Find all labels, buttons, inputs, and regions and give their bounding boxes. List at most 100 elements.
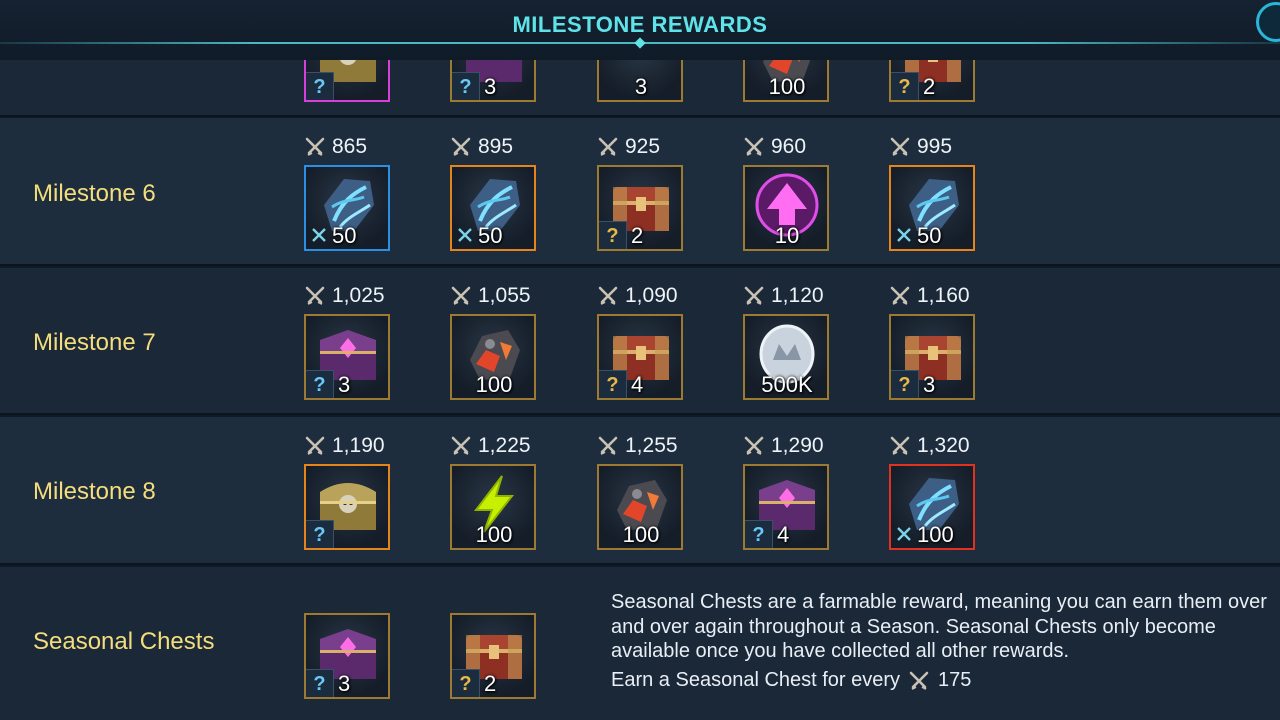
reward-cost: 895 (450, 135, 513, 159)
reward-quantity: 50 (917, 223, 942, 248)
seasonal-chests-label: Seasonal Chests (33, 628, 215, 655)
reward-cost-value: 1,160 (917, 284, 970, 307)
reward-cost-value: 1,025 (332, 284, 385, 307)
reward-item: 1,120 500K (743, 284, 829, 402)
reward-item: 1,320 100 (889, 434, 975, 552)
reward-tile[interactable]: 100 (597, 464, 683, 550)
mystery-badge-icon: ? (599, 370, 627, 398)
reward-item: 865 50 (304, 135, 390, 253)
reward-tile[interactable]: 50 (450, 165, 536, 251)
reward-item: ? 2 (889, 60, 975, 117)
milestone-label: Milestone 7 (33, 329, 156, 356)
reward-item: 100 (743, 60, 829, 117)
reward-tile[interactable]: ? 3 (304, 613, 390, 699)
milestone-label: Milestone 8 (33, 478, 156, 505)
reward-item: 1,090? 4 (597, 284, 683, 402)
crossed-swords-icon (909, 671, 929, 690)
reward-cost-value: 865 (332, 135, 368, 158)
seasonal-description: Seasonal Chests are a farmable reward, m… (611, 591, 1267, 662)
reward-quantity: 4 (631, 372, 644, 397)
reward-tile[interactable]: 50 (304, 165, 390, 251)
reward-item: 1,190? (304, 434, 390, 552)
reward-quantity: 100 (475, 522, 513, 547)
reward-cost-value: 1,190 (332, 434, 385, 457)
reward-quantity: 100 (768, 74, 806, 99)
reward-cost-value: 1,055 (478, 284, 531, 307)
reward-cost-value: 1,225 (478, 434, 531, 457)
reward-cost: 1,120 (743, 284, 824, 308)
reward-cost-value: 1,320 (917, 434, 970, 457)
reward-cost: 1,090 (597, 284, 678, 308)
reward-quantity: 100 (622, 522, 660, 547)
reward-cost-value: 960 (771, 135, 807, 158)
reward-tile[interactable]: 3 (597, 60, 683, 102)
crossed-swords-icon (305, 137, 325, 156)
milestone-row-partial: ? ? 3 3 100 ? 2 (0, 60, 1280, 117)
reward-tile[interactable]: 10 (743, 165, 829, 251)
reward-cost: 1,190 (304, 434, 385, 458)
mystery-badge-icon: ? (745, 520, 773, 548)
reward-tile[interactable]: ? (304, 464, 390, 550)
reward-tile[interactable]: ? 2 (450, 613, 536, 699)
reward-item: 1,055 100 (450, 284, 536, 402)
reward-tile[interactable]: 100 (743, 60, 829, 102)
crossed-swords-icon (598, 286, 618, 305)
mystery-badge-icon: ? (599, 221, 627, 249)
reward-cost-value: 1,290 (771, 434, 824, 457)
mystery-badge-icon: ? (891, 370, 919, 398)
crossed-swords-icon (598, 137, 618, 156)
reward-item: 3 (597, 60, 683, 117)
reward-item: ? (304, 60, 390, 117)
reward-tile[interactable]: ? 4 (597, 314, 683, 400)
reward-item: 1,025 ? 3 (304, 284, 390, 402)
reward-tile[interactable]: 100 (889, 464, 975, 550)
mystery-badge-icon: ? (306, 370, 334, 398)
reward-quantity: 2 (631, 223, 644, 248)
reward-item: 960 10 (743, 135, 829, 253)
reward-cost: 1,160 (889, 284, 970, 308)
reward-cost-value: 925 (625, 135, 661, 158)
artifact-shard-mark-icon (897, 228, 911, 242)
reward-tile[interactable]: 500K (743, 314, 829, 400)
reward-quantity: 4 (777, 522, 790, 547)
crossed-swords-icon (744, 137, 764, 156)
reward-cost: 925 (597, 135, 660, 159)
reward-tile[interactable]: ? 2 (597, 165, 683, 251)
reward-tile[interactable]: ? 3 (304, 314, 390, 400)
reward-cost: 865 (304, 135, 367, 159)
reward-cost: 1,255 (597, 434, 678, 458)
reward-quantity: 3 (923, 372, 936, 397)
reward-quantity: 2 (923, 74, 936, 99)
reward-tile[interactable]: 100 (450, 314, 536, 400)
reward-item: 895 50 (450, 135, 536, 253)
reward-tile[interactable]: ? 3 (450, 60, 536, 102)
artifact-shard-mark-icon (312, 228, 326, 242)
crossed-swords-icon (890, 286, 910, 305)
reward-item: 1,290? 4 (743, 434, 829, 552)
reward-cost-value: 1,090 (625, 284, 678, 307)
reward-cost: 1,025 (304, 284, 385, 308)
reward-tile[interactable]: 50 (889, 165, 975, 251)
crossed-swords-icon (451, 286, 471, 305)
reward-item: 1,225 100 (450, 434, 536, 552)
crossed-swords-icon (890, 436, 910, 455)
reward-quantity: 50 (478, 223, 503, 248)
reward-quantity: 50 (332, 223, 357, 248)
mystery-badge-icon: ? (306, 72, 334, 100)
milestone-label: Milestone 6 (33, 180, 156, 207)
reward-quantity: 100 (917, 522, 954, 547)
seasonal-chest-item: ? 3 (304, 613, 390, 701)
reward-tile[interactable]: ? 2 (889, 60, 975, 102)
reward-tile[interactable]: ? 3 (889, 314, 975, 400)
crossed-swords-icon (744, 436, 764, 455)
crossed-swords-icon (305, 286, 325, 305)
reward-quantity: 2 (484, 671, 497, 696)
reward-tile[interactable]: 100 (450, 464, 536, 550)
reward-tile[interactable]: ? 4 (743, 464, 829, 550)
reward-tile[interactable]: ? (304, 60, 390, 102)
reward-item: 995 50 (889, 135, 975, 253)
crossed-swords-icon (744, 286, 764, 305)
reward-quantity: 100 (475, 372, 513, 397)
mystery-badge-icon: ? (306, 669, 334, 697)
reward-cost-value: 1,120 (771, 284, 824, 307)
